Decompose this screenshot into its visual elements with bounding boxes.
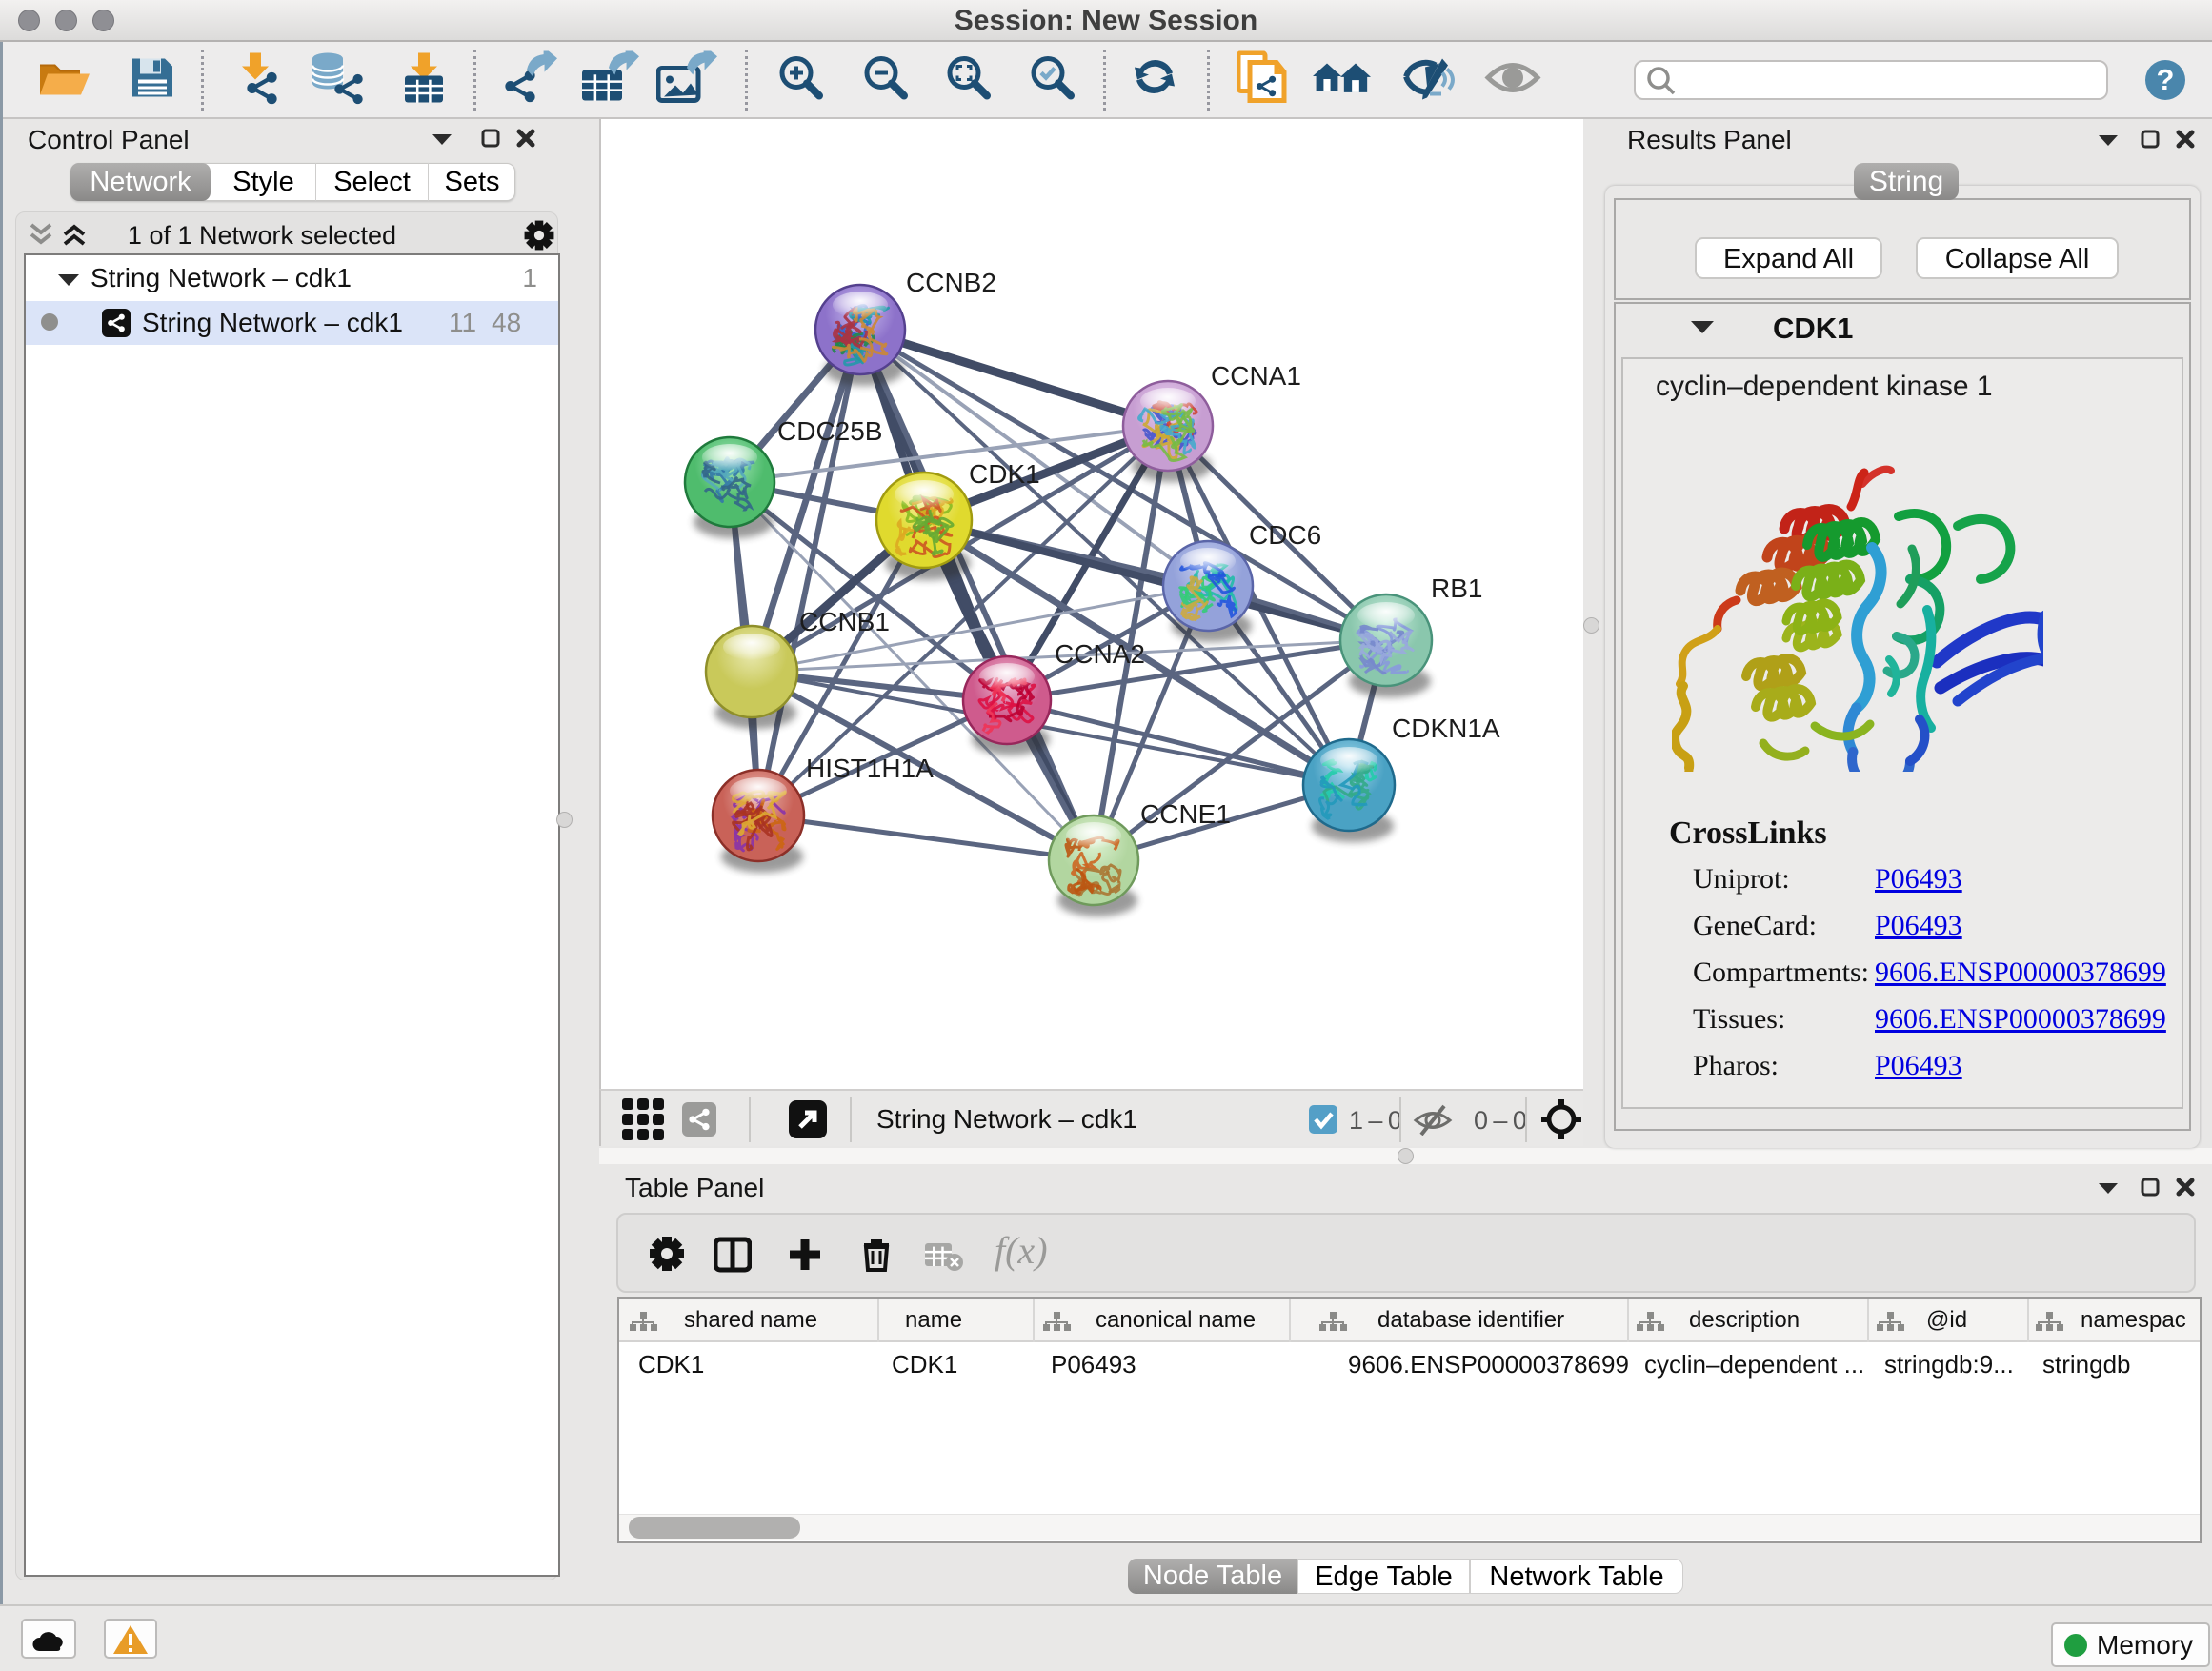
- svg-text:CDK1: CDK1: [969, 459, 1040, 489]
- svg-text:CDKN1A: CDKN1A: [1392, 714, 1500, 743]
- svg-text:RB1: RB1: [1431, 574, 1482, 603]
- svg-text:HIST1H1A: HIST1H1A: [806, 754, 934, 783]
- svg-text:CCNE1: CCNE1: [1140, 799, 1231, 829]
- svg-text:CCNB2: CCNB2: [906, 268, 996, 297]
- svg-text:CCNA1: CCNA1: [1211, 361, 1301, 391]
- svg-text:CCNB1: CCNB1: [799, 607, 890, 636]
- svg-text:CDC6: CDC6: [1249, 520, 1321, 550]
- svg-text:CCNA2: CCNA2: [1055, 639, 1145, 669]
- svg-text:CDC25B: CDC25B: [777, 416, 882, 446]
